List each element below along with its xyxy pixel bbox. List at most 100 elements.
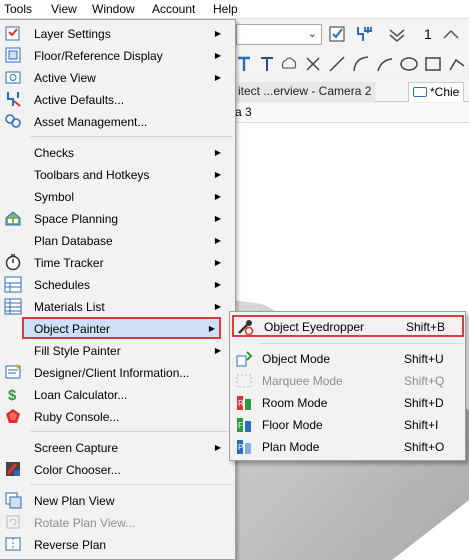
menu-item-label: Color Chooser... (34, 463, 121, 477)
submenu-item-floor-mode[interactable]: F Floor Mode Shift+I (230, 414, 465, 436)
chevron-up-icon[interactable] (440, 23, 462, 45)
arc-icon[interactable] (350, 53, 372, 75)
submenu-arrow-icon: ▶ (214, 148, 221, 157)
menu-separator (30, 431, 233, 432)
menu-item-rotate-plan-view[interactable]: Rotate Plan View... (0, 512, 235, 534)
menu-item-label: Active Defaults... (34, 93, 125, 107)
chevron-down-icon: ⌄ (307, 28, 317, 40)
menu-item-floor-reference-display[interactable]: Floor/Reference Display ▶ (0, 45, 235, 67)
menu-item-ruby-console[interactable]: Ruby Console... (0, 406, 235, 428)
submenu-item-label: Object Eyedropper (264, 320, 365, 334)
tab-camera-2[interactable]: itect ...erview - Camera 2 (234, 82, 376, 102)
submenu-arrow-icon: ▶ (214, 29, 221, 38)
menu-item-layer-settings[interactable]: Layer Settings ▶ (0, 23, 235, 45)
menu-item-asset-management[interactable]: Asset Management... (0, 111, 235, 133)
submenu-item-plan-mode[interactable]: P Plan Mode Shift+O (230, 436, 465, 458)
line-icon[interactable] (326, 53, 348, 75)
menu-item-new-plan-view[interactable]: New Plan View (0, 490, 235, 512)
menu-item-label: New Plan View (34, 494, 115, 508)
submenu-item-object-mode[interactable]: Object Mode Shift+U (230, 348, 465, 370)
floor-mode-icon: F (234, 415, 254, 435)
menu-view[interactable]: View (51, 2, 77, 17)
rotate-plan-view-icon (3, 512, 23, 532)
menu-item-fill-style-painter[interactable]: Fill Style Painter ▶ (0, 340, 235, 362)
menu-tools[interactable]: Tools (4, 2, 32, 17)
submenu-item-marquee-mode[interactable]: Marquee Mode Shift+Q (230, 370, 465, 392)
close-x-icon[interactable] (302, 53, 324, 75)
space-planning-icon (3, 208, 23, 228)
menu-item-materials-list[interactable]: Materials List ▶ (0, 296, 235, 318)
tools-icon[interactable] (352, 23, 374, 45)
menu-item-screen-capture[interactable]: Screen Capture ▶ (0, 437, 235, 459)
asset-management-icon (3, 111, 23, 131)
menu-item-label: Active View (34, 71, 96, 85)
menu-item-toolbars-hotkeys[interactable]: Toolbars and Hotkeys ▶ (0, 164, 235, 186)
text-tool-icon[interactable] (256, 53, 278, 75)
designer-info-icon (3, 362, 23, 382)
active-defaults-icon (3, 89, 23, 109)
circle-icon[interactable] (398, 53, 420, 75)
menu-account[interactable]: Account (152, 2, 195, 17)
menu-item-object-painter[interactable]: Object Painter ▶ (22, 317, 221, 339)
menu-item-color-chooser[interactable]: Color Chooser... (0, 459, 235, 481)
submenu-item-room-mode[interactable]: R Room Mode Shift+D (230, 392, 465, 414)
menu-item-loan-calculator[interactable]: $ Loan Calculator... (0, 384, 235, 406)
menu-item-label: Floor/Reference Display (34, 49, 163, 63)
menu-item-schedules[interactable]: Schedules ▶ (0, 274, 235, 296)
menu-item-label: Plan Database (34, 234, 113, 248)
menu-item-label: Object Painter (34, 322, 111, 336)
menu-help[interactable]: Help (213, 2, 238, 17)
new-plan-view-icon (3, 490, 23, 510)
menu-item-plan-database[interactable]: Plan Database ▶ (0, 230, 235, 252)
submenu-arrow-icon: ▶ (214, 280, 221, 289)
submenu-item-label: Marquee Mode (262, 374, 343, 388)
toolbar-dropdown[interactable]: ⌄ (236, 24, 322, 45)
color-chooser-icon (3, 459, 23, 479)
shortcut-label: Shift+D (404, 396, 444, 410)
text-icon[interactable] (233, 53, 255, 75)
shortcut-label: Shift+U (404, 352, 444, 366)
shortcut-label: Shift+Q (404, 374, 445, 388)
menu-item-checks[interactable]: Checks ▶ (0, 142, 235, 164)
tab-plan[interactable]: *Chie (408, 82, 465, 102)
chevron-double-down-icon[interactable] (386, 23, 408, 45)
submenu-separator (260, 343, 463, 344)
menu-item-symbol[interactable]: Symbol ▶ (0, 186, 235, 208)
svg-text:$: $ (8, 387, 17, 403)
submenu-arrow-icon: ▶ (214, 170, 221, 179)
menu-item-active-view[interactable]: Active View ▶ (0, 67, 235, 89)
submenu-arrow-icon: ▶ (214, 346, 221, 355)
sub-tab-camera-3[interactable]: a 3 (235, 105, 252, 119)
object-mode-icon (234, 349, 254, 369)
cloud-icon[interactable] (278, 53, 300, 75)
menu-item-designer-client-info[interactable]: Designer/Client Information... (0, 362, 235, 384)
eyedropper-icon (235, 317, 255, 337)
menu-item-active-defaults[interactable]: Active Defaults... (0, 89, 235, 111)
checkbox-edit-icon[interactable] (326, 23, 348, 45)
polyline-icon[interactable] (446, 53, 468, 75)
svg-text:R: R (238, 399, 244, 408)
menu-window[interactable]: Window (92, 2, 135, 17)
menu-item-label: Toolbars and Hotkeys (34, 168, 150, 182)
submenu-arrow-icon: ▶ (214, 73, 221, 82)
arc-tool-icon[interactable] (374, 53, 396, 75)
marquee-mode-icon (234, 371, 254, 391)
submenu-arrow-icon: ▶ (214, 214, 221, 223)
submenu-arrow-icon: ▶ (214, 51, 221, 60)
camera-icon (413, 87, 427, 97)
menu-item-label: Ruby Console... (34, 410, 120, 424)
menu-item-time-tracker[interactable]: Time Tracker ▶ (0, 252, 235, 274)
menu-item-reverse-plan[interactable]: Reverse Plan (0, 534, 235, 556)
menu-item-label: Symbol (34, 190, 75, 204)
room-mode-icon: R (234, 393, 254, 413)
menu-item-space-planning[interactable]: Space Planning ▶ (0, 208, 235, 230)
menu-item-label: Layer Settings (34, 27, 111, 41)
submenu-arrow-icon: ▶ (208, 324, 215, 333)
rectangle-icon[interactable] (422, 53, 444, 75)
submenu-item-label: Room Mode (262, 396, 328, 410)
menu-item-label: Checks (34, 146, 75, 160)
menu-bar: Tools View Window Account Help (0, 0, 469, 19)
tools-menu: Layer Settings ▶ Floor/Reference Display… (0, 19, 236, 560)
submenu-item-object-eyedropper[interactable]: Object Eyedropper Shift+B (232, 315, 464, 337)
menu-item-label: Loan Calculator... (34, 388, 128, 402)
